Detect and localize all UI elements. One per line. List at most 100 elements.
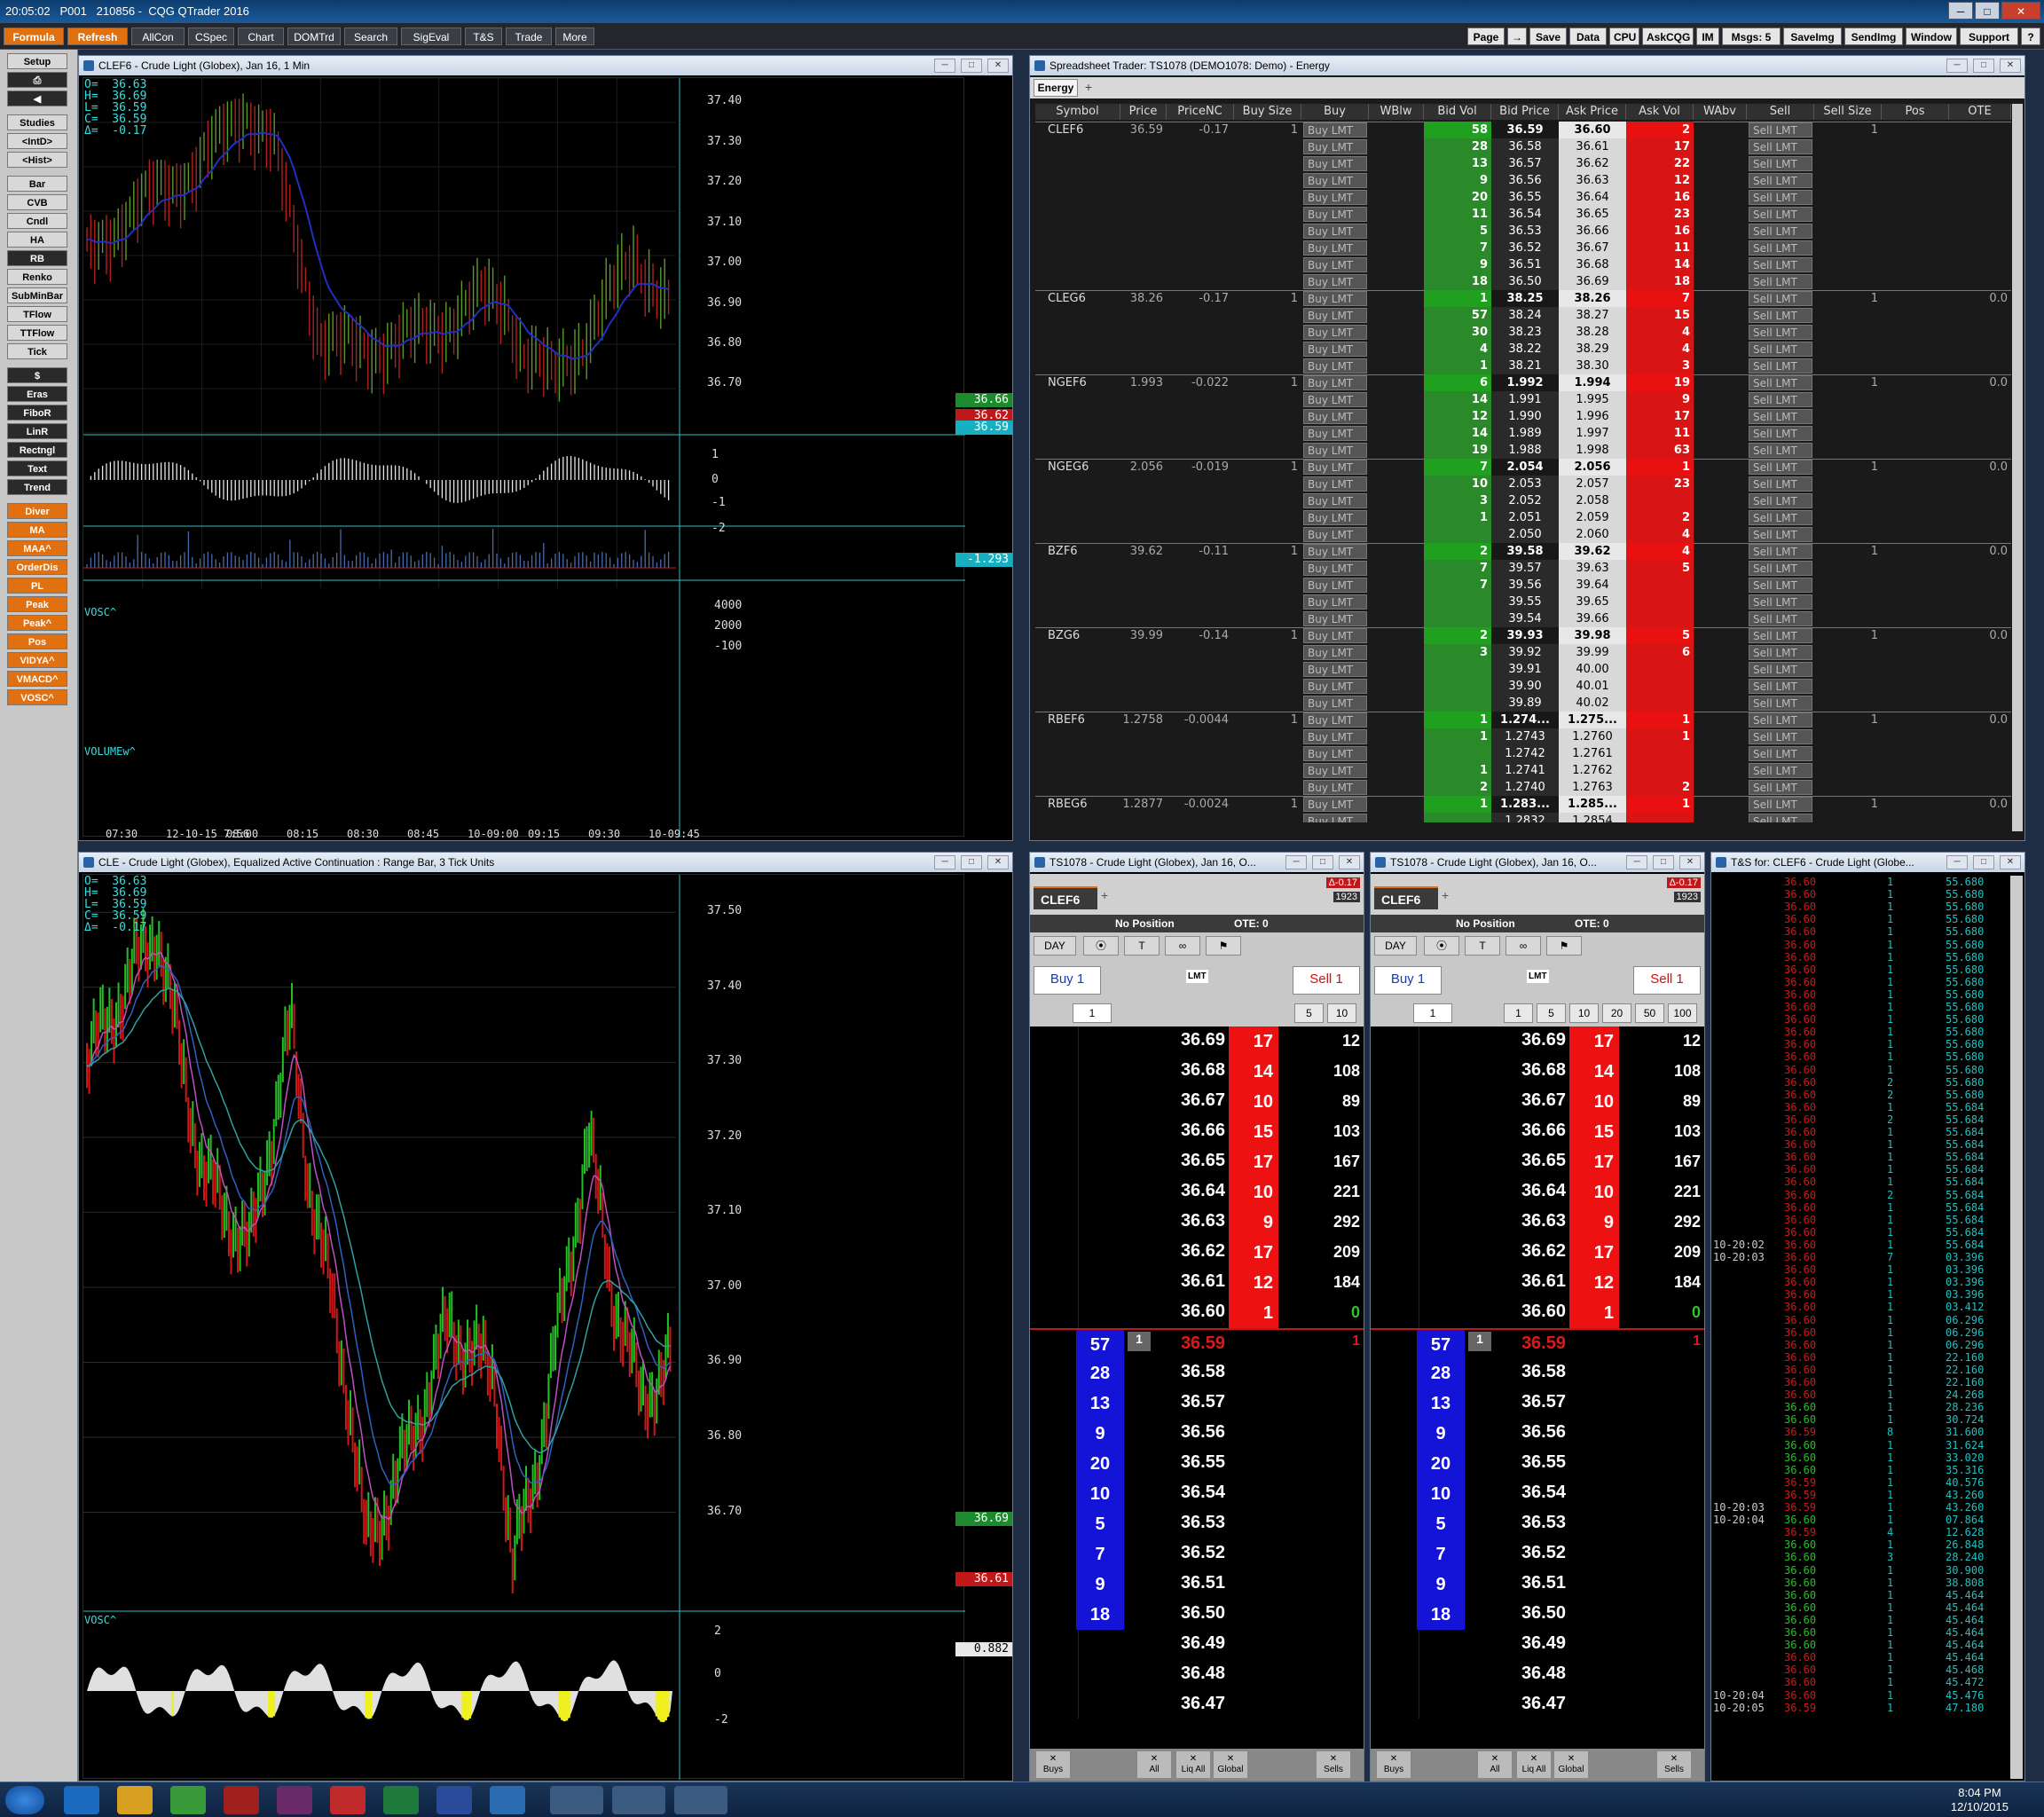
bid-price-cell[interactable]: 39.54 [1491,610,1559,627]
buy-lmt-button[interactable]: Buy LMT [1303,207,1367,222]
ask-vol-cell[interactable]: 23 [1626,206,1694,223]
buy-lmt-button[interactable]: Buy LMT [1303,122,1367,138]
ask-price-cell[interactable]: 1.994 [1559,374,1626,391]
sell-lmt-button[interactable]: Sell LMT [1749,797,1812,812]
buysize-cell[interactable]: 1 [1234,290,1298,307]
bid-row[interactable]: 20 36.55 [1371,1449,1704,1479]
restore-icon[interactable]: □ [1312,855,1333,869]
bid-vol-cell[interactable]: 13 [1424,155,1491,172]
study-btn-fibor[interactable]: FiboR [7,405,67,421]
sell-lmt-button[interactable]: Sell LMT [1749,763,1812,778]
ask-price-cell[interactable]: 39.99 [1559,644,1626,661]
ask-row[interactable]: 36.66 15 103 [1030,1117,1364,1147]
bid-row[interactable]: 5 36.53 [1371,1509,1704,1539]
bid-price-cell[interactable]: 38.23 [1491,324,1559,341]
bid-vol-cell[interactable]: 1 [1424,796,1491,813]
ask-price-cell[interactable]: 38.27 [1559,307,1626,324]
buysize-cell[interactable]: 1 [1234,627,1298,644]
cancel-all-button[interactable]: ✕ All [1136,1750,1172,1779]
bid-price-cell[interactable]: 1.2740 [1491,779,1559,796]
bid-price-cell[interactable]: 36.50 [1491,273,1559,290]
col-header-price[interactable]: Price [1120,104,1167,120]
ask-vol-cell[interactable]: 5 [1626,560,1694,577]
link-icon[interactable]: ∞ [1505,936,1541,956]
bid-price-cell[interactable]: 36.51 [1491,256,1559,273]
restore-icon[interactable]: □ [1973,855,1994,869]
bid-price-cell[interactable]: 1.2832 [1491,813,1559,822]
study-btn-bar[interactable]: Bar [7,176,67,192]
minimize-icon[interactable]: ─ [1285,855,1307,869]
sell-lmt-button[interactable]: Sell LMT [1749,240,1812,256]
ask-size[interactable]: 10 [1229,1087,1278,1117]
bid-price-cell[interactable]: 1.992 [1491,374,1559,391]
bid-vol-cell[interactable]: 1 [1424,290,1491,307]
col-header-askprice[interactable]: Ask Price [1559,104,1626,120]
bid-row[interactable]: 20 36.55 [1030,1449,1364,1479]
symbol-cell[interactable]: BZF6 [1048,543,1119,560]
buy-lmt-button[interactable]: Buy LMT [1303,493,1367,508]
bid-vol-cell[interactable]: 7 [1424,577,1491,594]
file-explorer-icon[interactable] [117,1786,153,1814]
sell-lmt-button[interactable]: Sell LMT [1749,443,1812,458]
col-header-pos[interactable]: Pos [1882,104,1949,120]
ask-vol-cell[interactable] [1626,678,1694,695]
buy-lmt-button[interactable]: Buy LMT [1303,510,1367,525]
study-btn-trend[interactable]: Trend [7,479,67,495]
toolbar-btn-arrow[interactable]: → [1507,28,1527,45]
bid-vol-cell[interactable] [1424,526,1491,543]
ask-vol-cell[interactable]: 63 [1626,442,1694,459]
bid-price-cell[interactable]: 36.59 [1491,122,1559,138]
buy-lmt-button[interactable]: Buy LMT [1303,476,1367,492]
toolbar-btn-msgs5[interactable]: Msgs: 5 [1722,28,1781,45]
sellsize-cell[interactable]: 1 [1814,543,1878,560]
sell-lmt-button[interactable]: Sell LMT [1749,729,1812,744]
ask-price-cell[interactable]: 2.059 [1559,509,1626,526]
sell-lmt-button[interactable]: Sell LMT [1749,426,1812,441]
ask-price-cell[interactable]: 2.058 [1559,492,1626,509]
sell-lmt-button[interactable]: Sell LMT [1749,291,1812,306]
study-btn-vmacd[interactable]: VMACD^ [7,671,67,687]
col-header-wabv[interactable]: WAbv [1694,104,1747,120]
col-header-buysize[interactable]: Buy Size [1234,104,1301,120]
bid-size[interactable]: 9 [1417,1419,1465,1449]
ask-size[interactable]: 14 [1229,1057,1278,1087]
toolbar-btn-refresh[interactable]: Refresh [67,28,128,45]
ask-size[interactable]: 1 [1229,1298,1278,1328]
ask-price-cell[interactable]: 36.69 [1559,273,1626,290]
bid-row[interactable]: 36.48 [1371,1660,1704,1690]
bid-size[interactable]: 5 [1076,1509,1124,1539]
bid-price-cell[interactable]: 36.58 [1491,138,1559,155]
ask-price-cell[interactable]: 40.02 [1559,695,1626,712]
toolbar-btn-window[interactable]: Window [1906,28,1957,45]
toolbar-btn-sigeval[interactable]: SigEval [401,28,461,45]
bid-price-cell[interactable]: 1.2742 [1491,745,1559,762]
ask-price-cell[interactable]: 39.62 [1559,543,1626,560]
bid-size[interactable]: 10 [1417,1479,1465,1509]
col-header-bidvol[interactable]: Bid Vol [1424,104,1491,120]
close-icon[interactable]: ✕ [1679,855,1701,869]
study-btn-icon2[interactable]: ◀ [7,90,67,106]
cancel-global-button[interactable]: ✕ Global [1553,1750,1589,1779]
ask-price-cell[interactable]: 36.60 [1559,122,1626,138]
study-btn-studies[interactable]: Studies [7,114,67,130]
bid-row[interactable]: 36.47 [1371,1690,1704,1719]
sell-lmt-button[interactable]: Sell LMT [1749,696,1812,711]
restore-icon[interactable]: □ [961,59,982,73]
bid-row[interactable]: 7 36.52 [1030,1539,1364,1569]
study-btn-renko[interactable]: Renko [7,269,67,285]
buy-lmt-button[interactable]: Buy LMT [1303,679,1367,694]
cqg-icon[interactable] [490,1786,525,1814]
ask-row[interactable]: 36.63 9 292 [1030,1207,1364,1238]
ask-size[interactable]: 10 [1569,1177,1619,1207]
sell-lmt-button[interactable]: Sell LMT [1749,173,1812,188]
buy-lmt-button[interactable]: Buy LMT [1303,342,1367,357]
bid-size[interactable]: 13 [1076,1388,1124,1419]
bid-vol-cell[interactable]: 2 [1424,627,1491,644]
bid-row[interactable]: 9 36.56 [1371,1419,1704,1449]
bid-row[interactable]: 9 36.56 [1030,1419,1364,1449]
buy-lmt-button[interactable]: Buy LMT [1303,426,1367,441]
bid-size[interactable]: 9 [1417,1569,1465,1600]
toolbar-btn-cpu[interactable]: CPU [1609,28,1639,45]
sell-lmt-button[interactable]: Sell LMT [1749,611,1812,626]
chart2-plot-area[interactable] [83,874,965,1780]
